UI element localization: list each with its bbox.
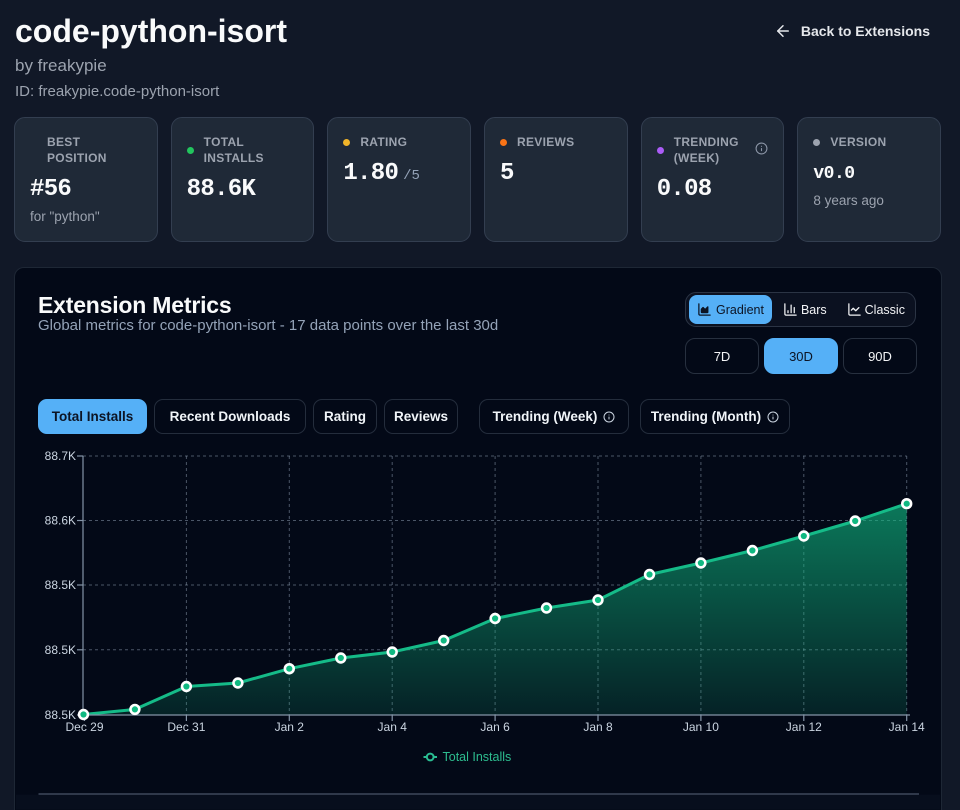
svg-text:Jan 4: Jan 4 bbox=[378, 720, 408, 734]
svg-text:Dec 31: Dec 31 bbox=[167, 720, 205, 734]
svg-text:88.6K: 88.6K bbox=[45, 514, 76, 528]
svg-text:Total Installs: Total Installs bbox=[443, 750, 512, 764]
svg-text:Jan 14: Jan 14 bbox=[889, 720, 925, 734]
svg-text:88.7K: 88.7K bbox=[45, 449, 76, 463]
svg-text:88.5K: 88.5K bbox=[45, 643, 76, 657]
svg-text:Jan 12: Jan 12 bbox=[786, 720, 822, 734]
svg-text:Jan 8: Jan 8 bbox=[583, 720, 613, 734]
svg-text:Dec 29: Dec 29 bbox=[65, 720, 103, 734]
svg-text:88.5K: 88.5K bbox=[45, 578, 76, 592]
svg-text:Jan 10: Jan 10 bbox=[683, 720, 719, 734]
svg-text:Jan 6: Jan 6 bbox=[480, 720, 510, 734]
svg-text:Jan 2: Jan 2 bbox=[275, 720, 305, 734]
